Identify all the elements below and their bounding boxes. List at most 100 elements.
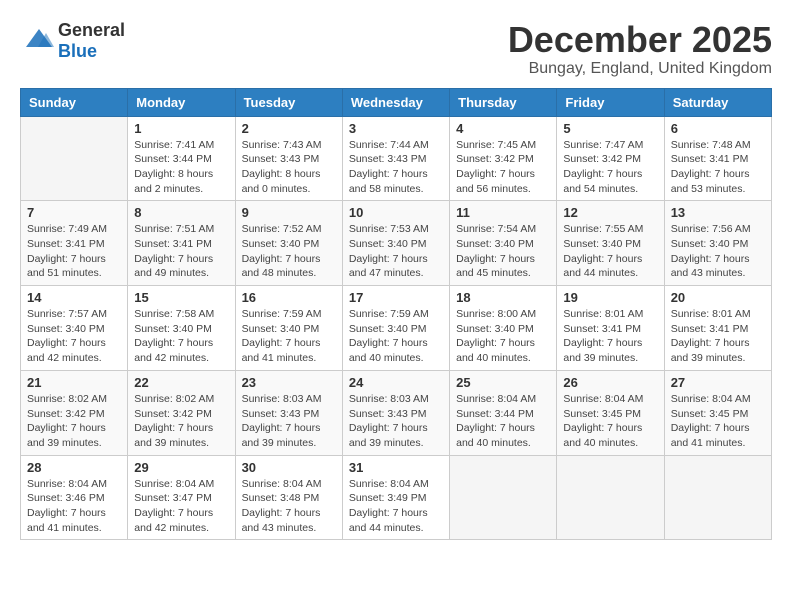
day-number: 30 bbox=[242, 460, 336, 475]
day-info: Sunrise: 8:04 AM Sunset: 3:46 PM Dayligh… bbox=[27, 477, 121, 536]
logo-blue: Blue bbox=[58, 41, 97, 61]
day-number: 25 bbox=[456, 375, 550, 390]
day-number: 5 bbox=[563, 121, 657, 136]
day-number: 18 bbox=[456, 290, 550, 305]
calendar-cell: 15Sunrise: 7:58 AM Sunset: 3:40 PM Dayli… bbox=[128, 286, 235, 371]
day-number: 23 bbox=[242, 375, 336, 390]
title-area: December 2025 Bungay, England, United Ki… bbox=[508, 20, 772, 78]
calendar-cell: 3Sunrise: 7:44 AM Sunset: 3:43 PM Daylig… bbox=[342, 116, 449, 201]
header: General Blue December 2025 Bungay, Engla… bbox=[20, 20, 772, 78]
day-info: Sunrise: 7:57 AM Sunset: 3:40 PM Dayligh… bbox=[27, 307, 121, 366]
month-title: December 2025 bbox=[508, 20, 772, 60]
calendar-cell: 7 Sunrise: 7:49 AM Sunset: 3:41 PM Daylig… bbox=[21, 201, 128, 286]
day-info: Sunrise: 8:04 AM Sunset: 3:47 PM Dayligh… bbox=[134, 477, 228, 536]
day-number: 16 bbox=[242, 290, 336, 305]
calendar-cell: 26 Sunrise: 8:04 AM Sunset: 3:45 PM Dayli… bbox=[557, 370, 664, 455]
calendar-cell: 17Sunrise: 7:59 AM Sunset: 3:40 PM Dayli… bbox=[342, 286, 449, 371]
calendar-cell: 8Sunrise: 7:51 AM Sunset: 3:41 PM Daylig… bbox=[128, 201, 235, 286]
day-number: 9 bbox=[242, 205, 336, 220]
day-info: Sunrise: 8:04 AM Sunset: 3:48 PM Dayligh… bbox=[242, 477, 336, 536]
calendar-cell: 11Sunrise: 7:54 AM Sunset: 3:40 PM Dayli… bbox=[450, 201, 557, 286]
day-header-monday: Monday bbox=[128, 88, 235, 116]
day-info: Sunrise: 7:48 AM Sunset: 3:41 PM Dayligh… bbox=[671, 138, 765, 197]
calendar-cell: 5 Sunrise: 7:47 AM Sunset: 3:42 PM Daylig… bbox=[557, 116, 664, 201]
day-info: Sunrise: 7:52 AM Sunset: 3:40 PM Dayligh… bbox=[242, 222, 336, 281]
day-info: Sunrise: 7:45 AM Sunset: 3:42 PM Dayligh… bbox=[456, 138, 550, 197]
day-info: Sunrise: 7:58 AM Sunset: 3:40 PM Dayligh… bbox=[134, 307, 228, 366]
day-info: Sunrise: 8:03 AM Sunset: 3:43 PM Dayligh… bbox=[242, 392, 336, 451]
day-number: 12 bbox=[563, 205, 657, 220]
day-info: Sunrise: 8:04 AM Sunset: 3:45 PM Dayligh… bbox=[563, 392, 657, 451]
calendar-cell: 13 Sunrise: 7:56 AM Sunset: 3:40 PM Dayli… bbox=[664, 201, 771, 286]
day-info: Sunrise: 7:43 AM Sunset: 3:43 PM Dayligh… bbox=[242, 138, 336, 197]
day-number: 1 bbox=[134, 121, 228, 136]
calendar-cell: 30 Sunrise: 8:04 AM Sunset: 3:48 PM Dayli… bbox=[235, 455, 342, 540]
day-number: 4 bbox=[456, 121, 550, 136]
day-number: 20 bbox=[671, 290, 765, 305]
calendar-cell: 4 Sunrise: 7:45 AM Sunset: 3:42 PM Daylig… bbox=[450, 116, 557, 201]
day-info: Sunrise: 7:53 AM Sunset: 3:40 PM Dayligh… bbox=[349, 222, 443, 281]
calendar-cell: 31Sunrise: 8:04 AM Sunset: 3:49 PM Dayli… bbox=[342, 455, 449, 540]
day-number: 29 bbox=[134, 460, 228, 475]
day-number: 26 bbox=[563, 375, 657, 390]
calendar-cell: 25 Sunrise: 8:04 AM Sunset: 3:44 PM Dayli… bbox=[450, 370, 557, 455]
calendar-table: SundayMondayTuesdayWednesdayThursdayFrid… bbox=[20, 88, 772, 541]
calendar-week-row: 14 Sunrise: 7:57 AM Sunset: 3:40 PM Dayli… bbox=[21, 286, 772, 371]
calendar-cell: 24Sunrise: 8:03 AM Sunset: 3:43 PM Dayli… bbox=[342, 370, 449, 455]
day-header-saturday: Saturday bbox=[664, 88, 771, 116]
day-info: Sunrise: 7:49 AM Sunset: 3:41 PM Dayligh… bbox=[27, 222, 121, 281]
calendar-cell: 28 Sunrise: 8:04 AM Sunset: 3:46 PM Dayli… bbox=[21, 455, 128, 540]
day-info: Sunrise: 8:02 AM Sunset: 3:42 PM Dayligh… bbox=[134, 392, 228, 451]
calendar-cell: 9 Sunrise: 7:52 AM Sunset: 3:40 PM Daylig… bbox=[235, 201, 342, 286]
day-info: Sunrise: 7:47 AM Sunset: 3:42 PM Dayligh… bbox=[563, 138, 657, 197]
calendar-cell: 22 Sunrise: 8:02 AM Sunset: 3:42 PM Dayli… bbox=[128, 370, 235, 455]
day-number: 11 bbox=[456, 205, 550, 220]
calendar-week-row: 1 Sunrise: 7:41 AM Sunset: 3:44 PM Daylig… bbox=[21, 116, 772, 201]
calendar-cell: 16 Sunrise: 7:59 AM Sunset: 3:40 PM Dayli… bbox=[235, 286, 342, 371]
day-header-wednesday: Wednesday bbox=[342, 88, 449, 116]
calendar-cell bbox=[450, 455, 557, 540]
calendar-week-row: 21 Sunrise: 8:02 AM Sunset: 3:42 PM Dayli… bbox=[21, 370, 772, 455]
day-number: 21 bbox=[27, 375, 121, 390]
day-number: 10 bbox=[349, 205, 443, 220]
day-header-thursday: Thursday bbox=[450, 88, 557, 116]
day-info: Sunrise: 7:59 AM Sunset: 3:40 PM Dayligh… bbox=[349, 307, 443, 366]
logo-text: General Blue bbox=[58, 20, 125, 62]
calendar-week-row: 28 Sunrise: 8:04 AM Sunset: 3:46 PM Dayli… bbox=[21, 455, 772, 540]
day-header-friday: Friday bbox=[557, 88, 664, 116]
day-info: Sunrise: 8:04 AM Sunset: 3:45 PM Dayligh… bbox=[671, 392, 765, 451]
calendar-cell bbox=[21, 116, 128, 201]
calendar-cell: 27Sunrise: 8:04 AM Sunset: 3:45 PM Dayli… bbox=[664, 370, 771, 455]
calendar-cell bbox=[664, 455, 771, 540]
calendar-cell: 19 Sunrise: 8:01 AM Sunset: 3:41 PM Dayli… bbox=[557, 286, 664, 371]
day-number: 22 bbox=[134, 375, 228, 390]
day-info: Sunrise: 7:55 AM Sunset: 3:40 PM Dayligh… bbox=[563, 222, 657, 281]
day-number: 14 bbox=[27, 290, 121, 305]
day-info: Sunrise: 8:01 AM Sunset: 3:41 PM Dayligh… bbox=[563, 307, 657, 366]
day-info: Sunrise: 7:41 AM Sunset: 3:44 PM Dayligh… bbox=[134, 138, 228, 197]
day-info: Sunrise: 7:56 AM Sunset: 3:40 PM Dayligh… bbox=[671, 222, 765, 281]
day-info: Sunrise: 8:00 AM Sunset: 3:40 PM Dayligh… bbox=[456, 307, 550, 366]
location-subtitle: Bungay, England, United Kingdom bbox=[508, 60, 772, 78]
calendar-cell: 2Sunrise: 7:43 AM Sunset: 3:43 PM Daylig… bbox=[235, 116, 342, 201]
calendar-cell: 12 Sunrise: 7:55 AM Sunset: 3:40 PM Dayli… bbox=[557, 201, 664, 286]
day-info: Sunrise: 8:02 AM Sunset: 3:42 PM Dayligh… bbox=[27, 392, 121, 451]
logo-general: General bbox=[58, 20, 125, 40]
calendar-cell bbox=[557, 455, 664, 540]
day-number: 7 bbox=[27, 205, 121, 220]
day-info: Sunrise: 7:44 AM Sunset: 3:43 PM Dayligh… bbox=[349, 138, 443, 197]
day-info: Sunrise: 8:04 AM Sunset: 3:44 PM Dayligh… bbox=[456, 392, 550, 451]
day-info: Sunrise: 7:59 AM Sunset: 3:40 PM Dayligh… bbox=[242, 307, 336, 366]
day-number: 13 bbox=[671, 205, 765, 220]
day-number: 28 bbox=[27, 460, 121, 475]
day-number: 8 bbox=[134, 205, 228, 220]
calendar-cell: 6Sunrise: 7:48 AM Sunset: 3:41 PM Daylig… bbox=[664, 116, 771, 201]
calendar-cell: 1 Sunrise: 7:41 AM Sunset: 3:44 PM Daylig… bbox=[128, 116, 235, 201]
day-number: 31 bbox=[349, 460, 443, 475]
calendar-cell: 10 Sunrise: 7:53 AM Sunset: 3:40 PM Dayli… bbox=[342, 201, 449, 286]
logo-icon bbox=[20, 27, 54, 56]
calendar-header-row: SundayMondayTuesdayWednesdayThursdayFrid… bbox=[21, 88, 772, 116]
day-number: 19 bbox=[563, 290, 657, 305]
day-info: Sunrise: 8:01 AM Sunset: 3:41 PM Dayligh… bbox=[671, 307, 765, 366]
logo: General Blue bbox=[20, 20, 125, 62]
